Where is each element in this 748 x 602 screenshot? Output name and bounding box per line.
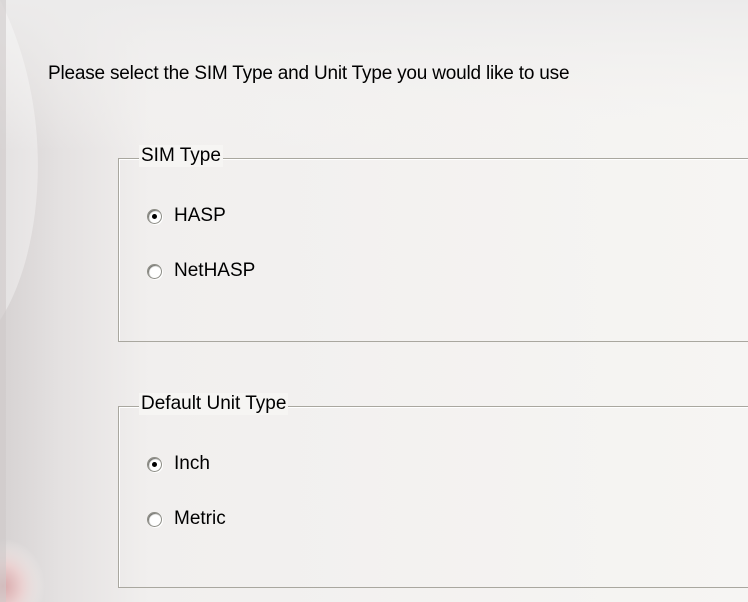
radio-inch[interactable]: Inch <box>147 453 210 475</box>
setup-dialog: Please select the SIM Type and Unit Type… <box>0 0 748 602</box>
radio-hasp-label[interactable]: HASP <box>174 205 226 227</box>
radio-nethasp[interactable]: NetHASP <box>147 260 255 282</box>
radio-nethasp-label[interactable]: NetHASP <box>174 260 255 282</box>
default-unit-type-groupbox: Default Unit Type Inch Metric <box>118 393 748 588</box>
radio-button-checked[interactable] <box>147 456 162 472</box>
sim-type-legend: SIM Type <box>139 145 223 167</box>
radio-button-unchecked[interactable] <box>147 263 162 279</box>
sim-type-groupbox: SIM Type HASP NetHASP <box>118 145 748 342</box>
radio-hasp[interactable]: HASP <box>147 205 226 227</box>
radio-metric-label[interactable]: Metric <box>174 508 226 530</box>
unit-type-legend: Default Unit Type <box>139 393 289 415</box>
radio-button-unchecked[interactable] <box>147 511 162 527</box>
radio-inch-label[interactable]: Inch <box>174 453 210 475</box>
radio-button-checked[interactable] <box>147 208 162 224</box>
radio-metric[interactable]: Metric <box>147 508 226 530</box>
instruction-text: Please select the SIM Type and Unit Type… <box>48 63 570 84</box>
